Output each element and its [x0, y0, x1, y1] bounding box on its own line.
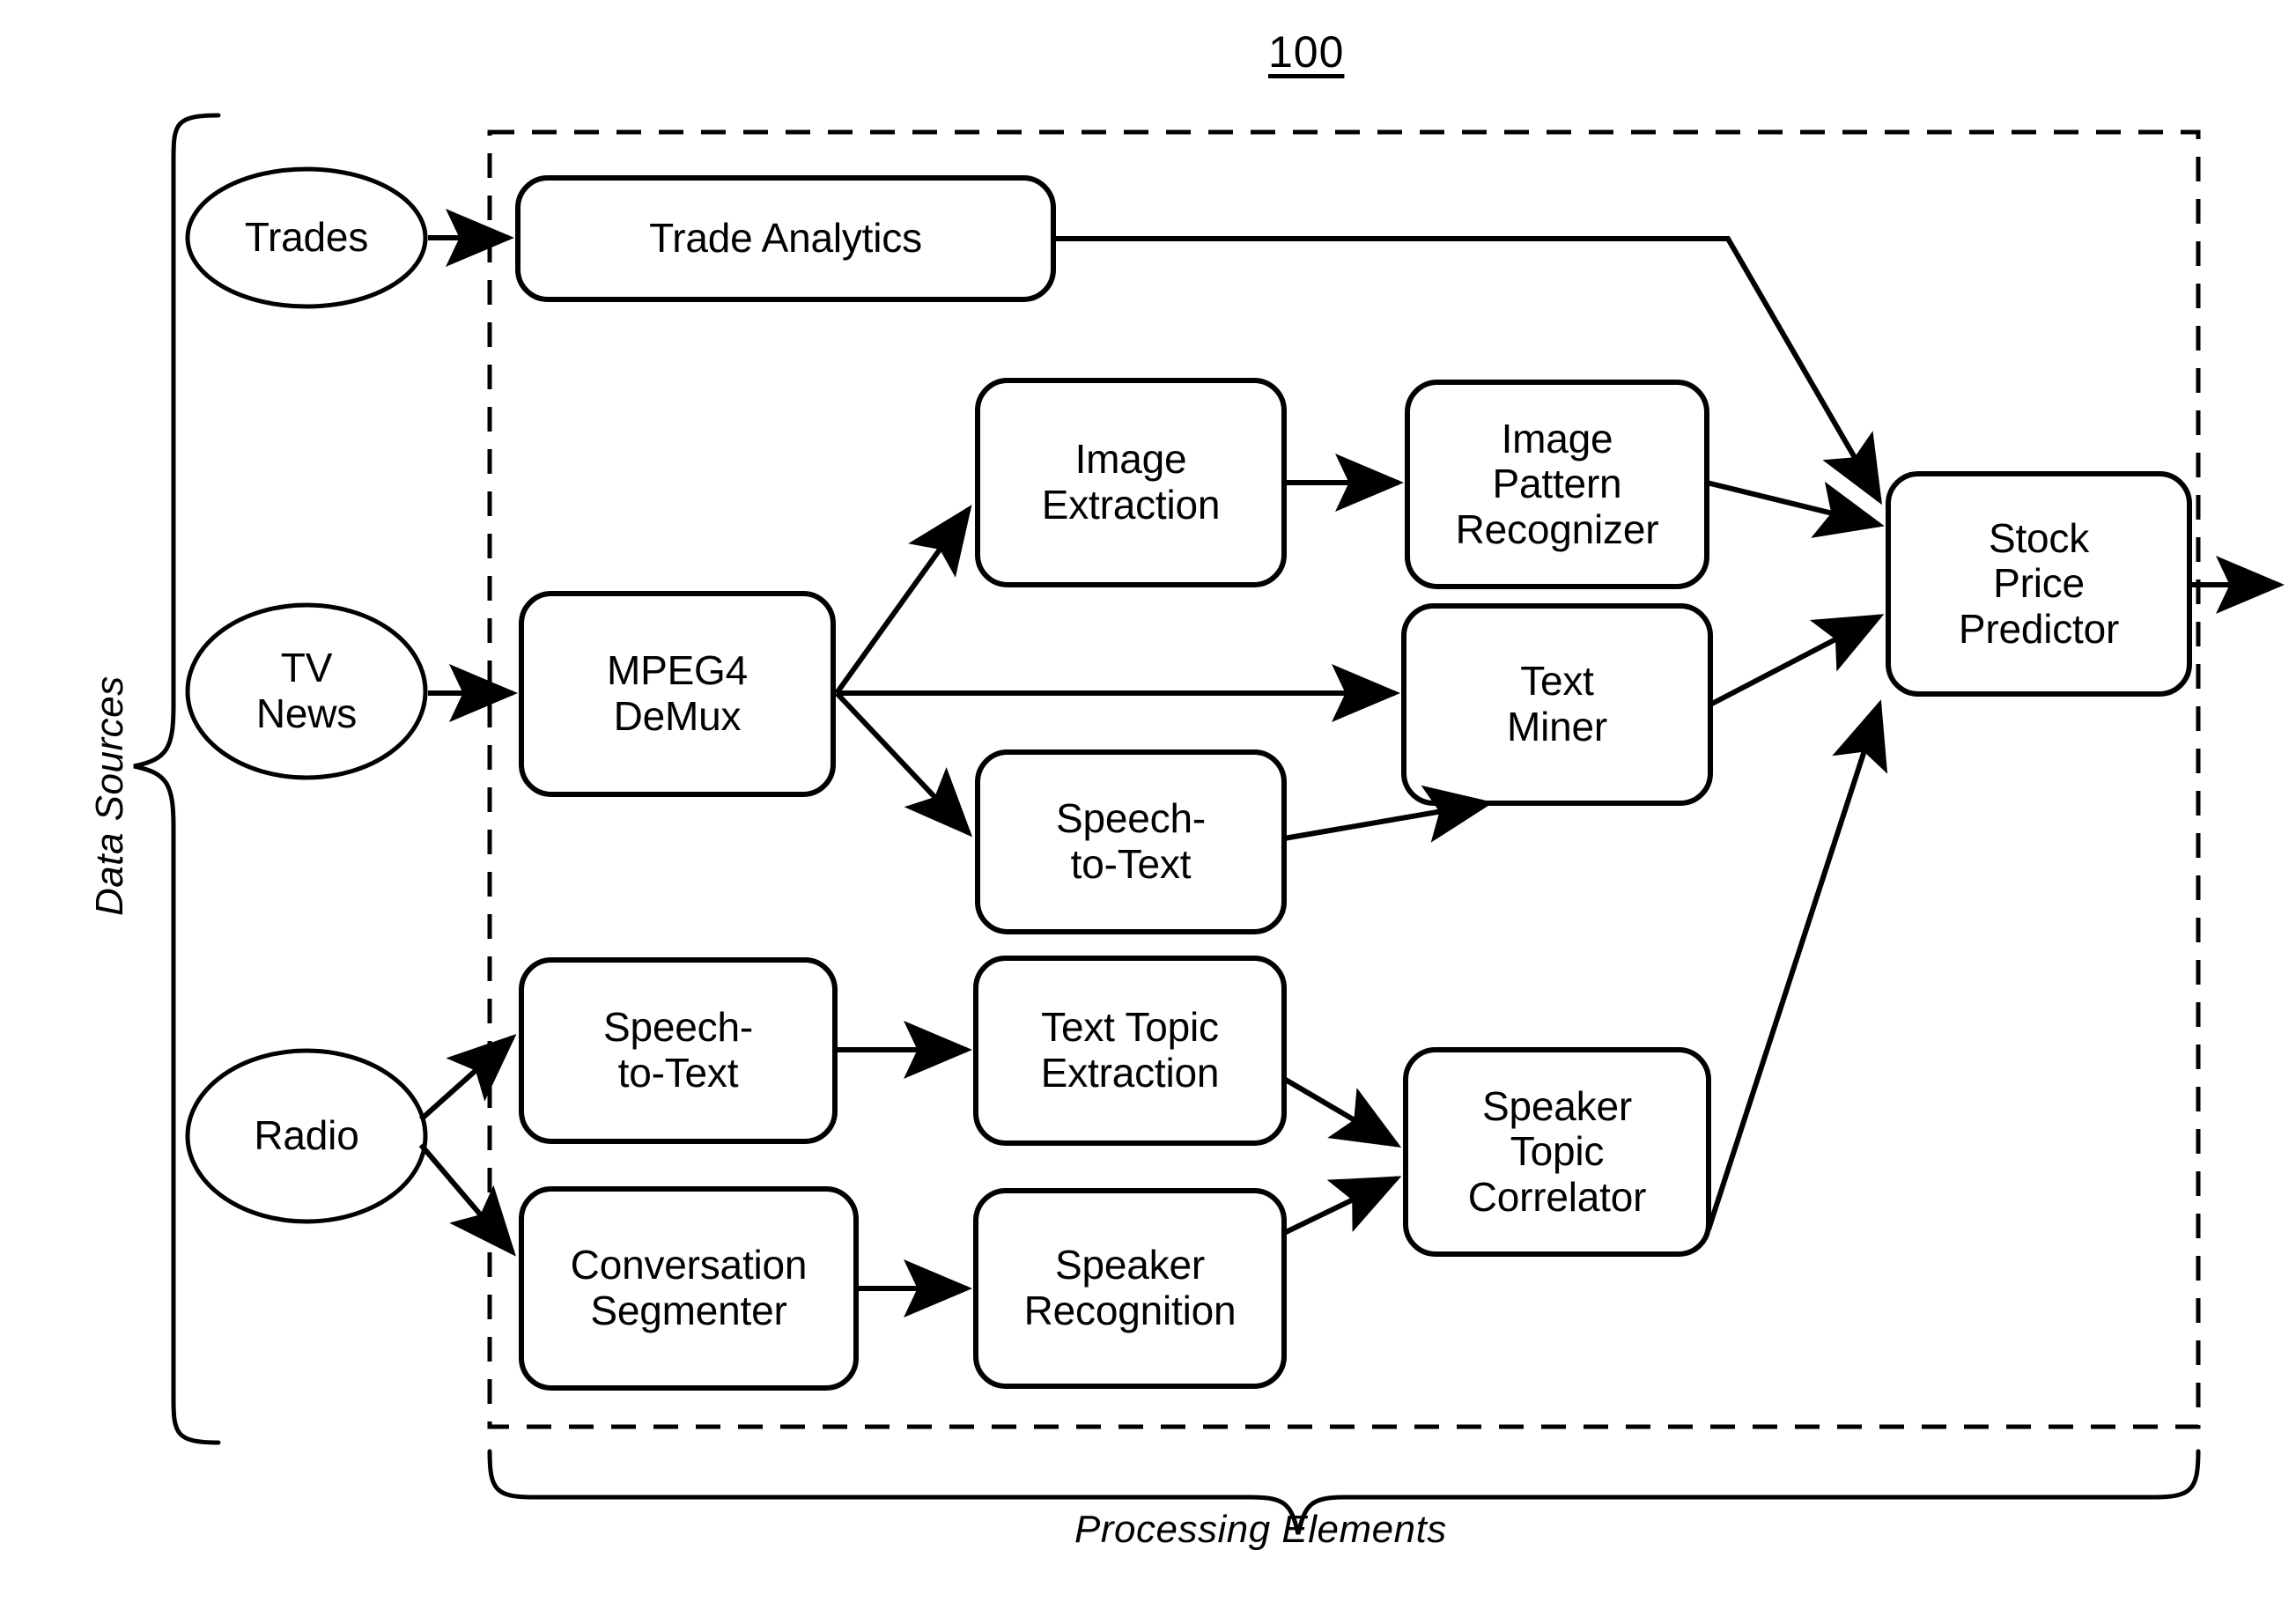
process-node-text-topic-extraction[interactable] [973, 956, 1287, 1146]
edge-mpeg4-demux-to-image-extraction [834, 505, 972, 695]
edge-text-miner-to-stock-price-predictor [1709, 614, 1885, 707]
edge-radio-to-conversation-segmenter [418, 1143, 516, 1257]
process-node-stock-price-predictor[interactable] [1886, 471, 2192, 697]
edge-speaker-topic-correlator-to-stock-price-predictor [1706, 699, 1888, 1230]
source-node-radio[interactable] [185, 1048, 428, 1224]
edge-mpeg4-demux-to-speech-to-text [834, 690, 973, 838]
process-node-speaker-recognition[interactable] [973, 1188, 1287, 1389]
diagram-canvas [133, 113, 2285, 1535]
process-node-speaker-topic-correlator[interactable] [1403, 1047, 1711, 1257]
edge-speech-to-text-to-text-miner [1283, 785, 1494, 843]
edge-image-pattern-recognizer-to-stock-price-predictor [1706, 480, 1885, 538]
source-node-trades[interactable] [185, 166, 428, 309]
process-node-speech-to-text-radio[interactable] [519, 957, 838, 1144]
process-node-mpeg4-demux[interactable] [519, 591, 836, 797]
data-sources-brace [133, 113, 221, 1445]
edge-speaker-recognition-to-speaker-topic-correlator [1282, 1176, 1402, 1236]
patent-figure-diagram: 100 Data Sources Processing Elements Tra… [0, 0, 2296, 1624]
process-node-speech-to-text-tv[interactable] [975, 749, 1287, 934]
edge-radio-to-speech-to-text [419, 1034, 517, 1122]
process-node-conversation-segmenter[interactable] [519, 1186, 859, 1391]
processing-elements-brace [487, 1449, 2201, 1535]
edge-text-topic-extraction-to-speaker-topic-correlator [1282, 1076, 1402, 1148]
process-node-image-pattern-recognizer[interactable] [1405, 380, 1709, 589]
source-node-tv-news[interactable] [185, 602, 428, 780]
process-node-image-extraction[interactable] [975, 378, 1287, 587]
process-node-text-miner[interactable] [1401, 603, 1713, 806]
process-node-trade-analytics[interactable] [515, 175, 1056, 302]
